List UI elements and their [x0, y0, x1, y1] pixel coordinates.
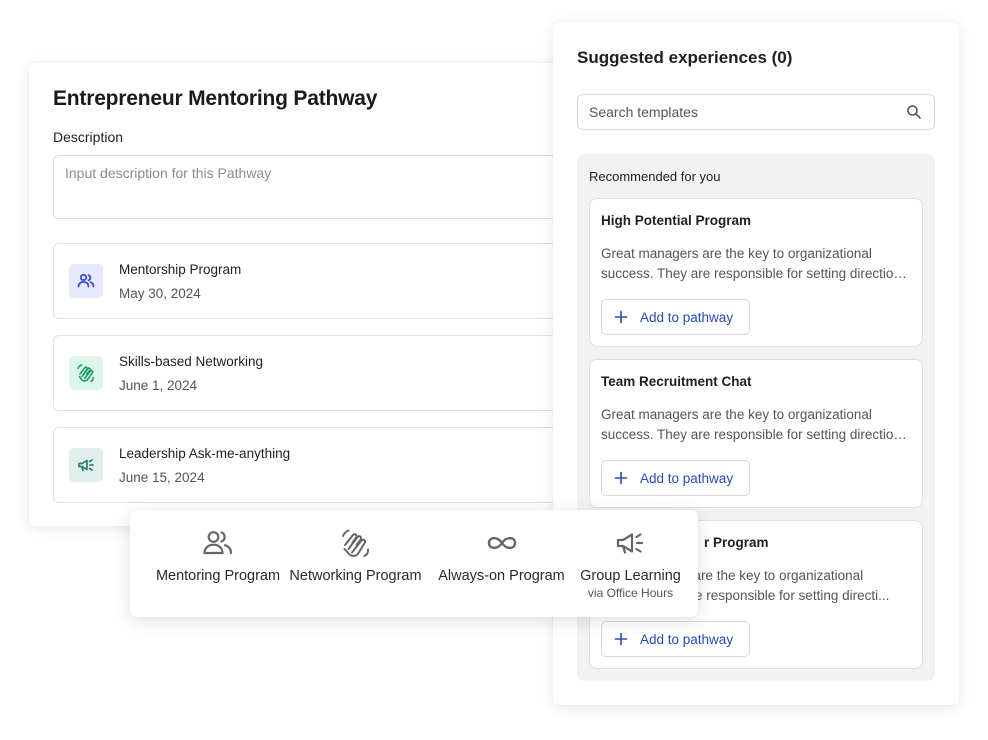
recommended-label: Recommended for you	[589, 169, 721, 184]
handshake-icon	[69, 356, 103, 390]
experience-item-networking[interactable]: Skills-based Networking June 1, 2024	[53, 335, 613, 411]
program-option-label: Mentoring Program	[155, 568, 281, 584]
handshake-icon	[341, 529, 369, 557]
suggested-experiences-title: Suggested experiences (0)	[577, 48, 793, 67]
experience-item-mentorship[interactable]: Mentorship Program May 30, 2024	[53, 243, 613, 319]
program-option-group-learning[interactable]: Group Learning via Office Hours	[576, 510, 685, 617]
plus-icon	[614, 632, 628, 646]
program-option-always-on[interactable]: Always-on Program	[431, 510, 572, 617]
program-option-networking[interactable]: Networking Program	[284, 510, 427, 617]
program-option-sublabel: via Office Hours	[587, 586, 674, 600]
program-option-label: Always-on Program	[438, 568, 565, 584]
people-icon	[69, 264, 103, 298]
experience-item-leadership[interactable]: Leadership Ask-me-anything June 15, 2024	[53, 427, 613, 503]
template-description: Great managers are the key to organizati…	[601, 246, 901, 281]
template-card: High Potential Program Great managers ar…	[589, 198, 923, 347]
template-description: Great managers are the key to organizati…	[601, 407, 901, 442]
add-to-pathway-button[interactable]: Add to pathway	[601, 299, 750, 335]
experience-date: May 30, 2024	[119, 286, 201, 301]
program-type-picker: Mentoring Program Networking Program Alw…	[130, 510, 698, 617]
template-title: Team Recruitment Chat	[601, 374, 752, 389]
experience-title: Skills-based Networking	[119, 354, 264, 369]
people-icon	[203, 531, 233, 555]
search-templates-input[interactable]	[578, 95, 898, 129]
program-option-mentoring[interactable]: Mentoring Program	[144, 510, 292, 617]
template-title: r Program	[704, 535, 769, 550]
pathway-editor-card: Entrepreneur Mentoring Pathway Descripti…	[29, 63, 629, 526]
experience-date: June 1, 2024	[119, 378, 198, 393]
program-option-label: Group Learning	[580, 568, 681, 584]
infinity-icon	[487, 536, 516, 550]
megaphone-icon	[69, 448, 103, 482]
description-label: Description	[53, 129, 124, 145]
template-description: s are the key to organizational are resp…	[683, 568, 890, 603]
program-option-label: Networking Program	[289, 568, 422, 584]
megaphone-icon	[616, 533, 643, 554]
add-to-pathway-button[interactable]: Add to pathway	[601, 621, 750, 657]
plus-icon	[614, 310, 628, 324]
description-input[interactable]	[53, 155, 613, 219]
experience-title: Mentorship Program	[119, 262, 242, 277]
add-to-pathway-label: Add to pathway	[640, 309, 734, 325]
add-to-pathway-label: Add to pathway	[640, 631, 734, 647]
template-title: High Potential Program	[601, 213, 752, 228]
add-to-pathway-button[interactable]: Add to pathway	[601, 460, 750, 496]
template-card: Team Recruitment Chat Great managers are…	[589, 359, 923, 508]
add-to-pathway-label: Add to pathway	[640, 470, 734, 486]
search-icon[interactable]	[906, 104, 922, 120]
plus-icon	[614, 471, 628, 485]
search-box	[577, 94, 935, 130]
experience-date: June 15, 2024	[119, 470, 205, 485]
experience-title: Leadership Ask-me-anything	[119, 446, 291, 461]
pathway-title: Entrepreneur Mentoring Pathway	[53, 87, 378, 110]
